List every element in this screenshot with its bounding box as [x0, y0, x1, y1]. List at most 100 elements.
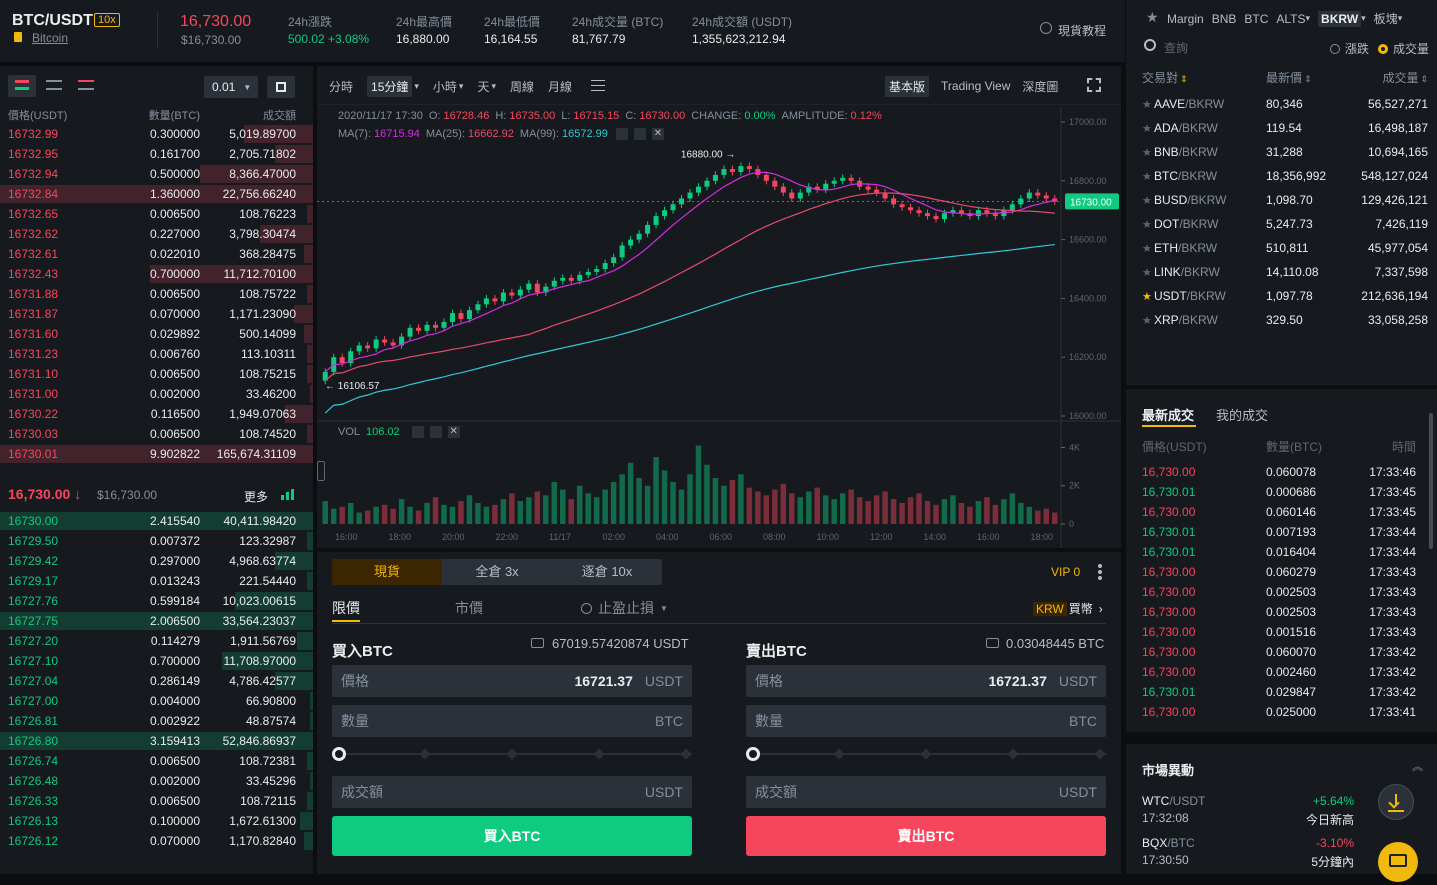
star-icon[interactable]: ★: [1142, 194, 1154, 207]
orderbook-row[interactable]: 16726.12 0.070000 1,170.82840: [0, 831, 313, 851]
buy-percent-slider[interactable]: [332, 747, 692, 761]
orderbook-row[interactable]: 16732.62 0.227000 3,798.30474: [0, 224, 313, 244]
star-icon[interactable]: ★: [1142, 170, 1154, 183]
orderbook-row[interactable]: 16729.50 0.007372 123.32987: [0, 531, 313, 551]
margin-mode-tab[interactable]: 全倉 3x: [442, 559, 552, 585]
more-link[interactable]: 更多: [244, 488, 268, 505]
tab-limit[interactable]: 限價: [332, 598, 360, 618]
market-row[interactable]: ★ BTC/BKRW 18,356,992 548,127,024: [1142, 164, 1428, 188]
orderbook-row[interactable]: 16732.61 0.022010 368.28475: [0, 244, 313, 264]
gear-icon[interactable]: [429, 426, 442, 438]
market-row[interactable]: ★ USDT/BKRW 1,097.78 212,636,194: [1142, 284, 1428, 308]
market-row[interactable]: ★ XRP/BKRW 329.50 33,058,258: [1142, 308, 1428, 332]
slider-knob[interactable]: [746, 747, 760, 761]
orderbook-row[interactable]: 16727.04 0.286149 4,786.42577: [0, 671, 313, 691]
orderbook-row[interactable]: 16732.95 0.161700 2,705.71802: [0, 144, 313, 164]
orderbook-bids-icon[interactable]: [46, 80, 62, 90]
orderbook-row[interactable]: 16731.10 0.006500 108.75215: [0, 364, 313, 384]
orderbook-row[interactable]: 16732.94 0.500000 8,366.47000: [0, 164, 313, 184]
orderbook-row[interactable]: 16732.43 0.700000 11,712.70100: [0, 264, 313, 284]
sell-price-input[interactable]: 價格 16721.37 USDT: [746, 665, 1106, 697]
tab-my-trades[interactable]: 我的成交: [1216, 405, 1268, 424]
orderbook-row[interactable]: 16726.80 3.159413 52,846.86937: [0, 731, 313, 751]
market-tab[interactable]: Margin: [1167, 12, 1204, 26]
interval-tab[interactable]: 小時: [433, 78, 457, 95]
orderbook-row[interactable]: 16730.22 0.116500 1,949.07063: [0, 404, 313, 424]
orderbook-row[interactable]: 16727.10 0.700000 11,708.97000: [0, 651, 313, 671]
play-icon[interactable]: [1040, 22, 1052, 34]
market-row[interactable]: ★ ADA/BKRW 119.54 16,498,187: [1142, 116, 1428, 140]
market-row[interactable]: ★ LINK/BKRW 14,110.08 7,337,598: [1142, 260, 1428, 284]
col-last[interactable]: 最新價 ⇕: [1266, 69, 1336, 86]
orderbook-row[interactable]: 16726.74 0.006500 108.72381: [0, 751, 313, 771]
market-row[interactable]: ★ AAVE/BKRW 80,346 56,527,271: [1142, 92, 1428, 116]
market-row[interactable]: ★ ETH/BKRW 510,811 45,977,054: [1142, 236, 1428, 260]
tab-recent-trades[interactable]: 最新成交: [1142, 405, 1194, 424]
orderbook-row[interactable]: 16727.76 0.599184 10,023.00615: [0, 591, 313, 611]
star-icon[interactable]: ★: [1142, 290, 1154, 303]
star-icon[interactable]: ★: [1142, 218, 1154, 231]
orderbook-row[interactable]: 16726.48 0.002000 33.45296: [0, 771, 313, 791]
view-tab[interactable]: Trading View: [941, 79, 1010, 93]
market-tab[interactable]: 板塊: [1374, 10, 1398, 27]
interval-tab[interactable]: 周線: [510, 78, 534, 95]
mover-row[interactable]: BQX/BTC 17:30:50 -3.10% 5分鐘內: [1142, 836, 1354, 878]
coin-link[interactable]: Bitcoin: [32, 31, 68, 45]
sell-percent-slider[interactable]: [746, 747, 1106, 761]
star-icon[interactable]: ★: [1142, 314, 1154, 327]
market-row[interactable]: ★ DOT/BKRW 5,247.73 7,426,119: [1142, 212, 1428, 236]
orderbook-row[interactable]: 16730.01 9.902822 165,674.31109: [0, 444, 313, 464]
fullscreen-icon[interactable]: [1087, 78, 1101, 92]
orderbook-row[interactable]: 16732.99 0.300000 5,019.89700: [0, 124, 313, 144]
orderbook-row[interactable]: 16729.42 0.297000 4,968.63774: [0, 551, 313, 571]
market-tab[interactable]: BKRW: [1318, 10, 1362, 27]
search-input[interactable]: 查詢: [1164, 39, 1188, 56]
orderbook-row[interactable]: 16731.87 0.070000 1,171.23090: [0, 304, 313, 324]
buy-crypto-link[interactable]: KRW 買幣 ›: [1033, 600, 1103, 617]
margin-mode-tab[interactable]: 現貨: [332, 559, 442, 585]
precision-select[interactable]: 0.01 ▼: [204, 76, 258, 98]
margin-mode-tab[interactable]: 逐倉 10x: [552, 559, 662, 585]
orderbook-row[interactable]: 16726.81 0.002922 48.87574: [0, 711, 313, 731]
sell-total-input[interactable]: 成交額 USDT: [746, 776, 1106, 808]
indicator-icon[interactable]: [591, 78, 605, 92]
more-icon[interactable]: [1098, 564, 1102, 580]
interval-tab[interactable]: 月線: [548, 78, 572, 95]
orderbook-row[interactable]: 16731.60 0.029892 500.14099: [0, 324, 313, 344]
market-row[interactable]: ★ BNB/BKRW 31,288 10,694,165: [1142, 140, 1428, 164]
interval-tab[interactable]: 分時: [329, 78, 353, 95]
orderbook-row[interactable]: 16727.20 0.114279 1,911.56769: [0, 631, 313, 651]
eye-icon[interactable]: [411, 426, 424, 438]
tab-stop-limit[interactable]: 止盈止損 ▼: [581, 598, 668, 618]
star-icon[interactable]: ★: [1142, 242, 1154, 255]
pair-title[interactable]: BTC/USDT: [12, 12, 93, 30]
orderbook-row[interactable]: 16732.84 1.360000 22,756.66240: [0, 184, 313, 204]
col-volume[interactable]: 成交量 ⇕: [1336, 69, 1428, 86]
buy-price-input[interactable]: 價格 16721.37 USDT: [332, 665, 692, 697]
expand-handle[interactable]: [317, 461, 325, 481]
close-icon[interactable]: ✕: [447, 426, 460, 438]
star-icon[interactable]: ★: [1142, 122, 1154, 135]
candlestick-chart[interactable]: 17000.00 16800.00 16600.00 16400.00 16200.00…: [317, 106, 1121, 548]
view-tab[interactable]: 深度圖: [1022, 78, 1058, 95]
col-pair[interactable]: 交易對 ⇕: [1142, 69, 1266, 86]
tab-market[interactable]: 市價: [455, 598, 483, 618]
sort-volume-radio[interactable]: 成交量: [1378, 40, 1429, 57]
sell-button[interactable]: 賣出BTC: [746, 816, 1106, 856]
orderbook-row[interactable]: 16726.13 0.100000 1,672.61300: [0, 811, 313, 831]
market-tab[interactable]: ALTS: [1276, 12, 1305, 26]
star-icon[interactable]: ★: [1142, 146, 1154, 159]
buy-amount-input[interactable]: 數量 BTC: [332, 705, 692, 737]
mover-row[interactable]: WTC/USDT 17:32:08 +5.64% 今日新高: [1142, 794, 1354, 836]
view-tab[interactable]: 基本版: [885, 75, 930, 97]
star-icon[interactable]: ★: [1142, 266, 1154, 279]
slider-knob[interactable]: [332, 747, 346, 761]
interval-tab[interactable]: 15分鐘: [367, 75, 413, 97]
star-icon[interactable]: ★: [1146, 9, 1159, 26]
orderbook-row[interactable]: 16730.03 0.006500 108.74520: [0, 424, 313, 444]
orderbook-row[interactable]: 16731.88 0.006500 108.75722: [0, 284, 313, 304]
sell-amount-input[interactable]: 數量 BTC: [746, 705, 1106, 737]
sort-change-radio[interactable]: 漲跌: [1330, 40, 1369, 57]
market-tab[interactable]: BTC: [1244, 12, 1268, 26]
orderbook-row[interactable]: 16730.00 2.415540 40,411.98420: [0, 511, 313, 531]
